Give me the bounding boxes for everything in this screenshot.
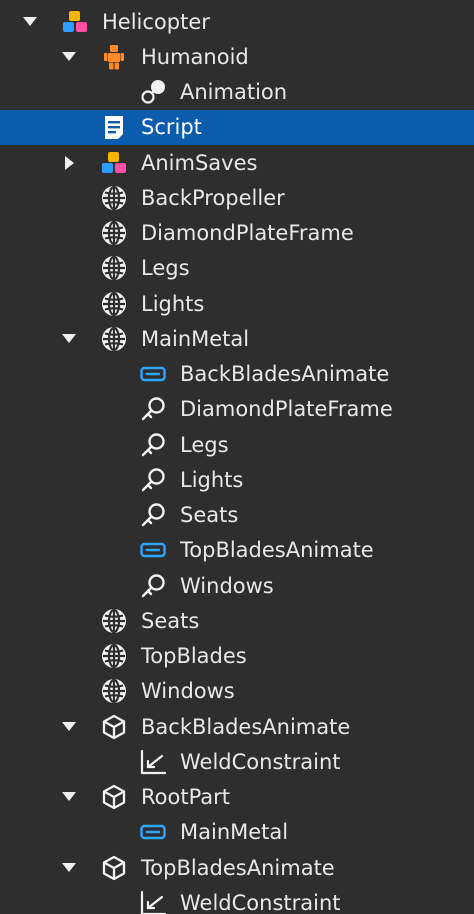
tree-row[interactable]: Lights xyxy=(0,462,474,497)
tree-row[interactable]: Windows xyxy=(0,674,474,709)
tree-row[interactable]: DiamondPlateFrame xyxy=(0,216,474,251)
script-icon xyxy=(100,113,128,141)
weld-constraint-icon xyxy=(139,889,167,914)
tree-item-label: Lights xyxy=(141,291,205,316)
tree-item-label: TopBladesAnimate xyxy=(141,855,335,880)
tree-row[interactable]: MainMetal xyxy=(0,815,474,850)
tree-row[interactable]: Animation xyxy=(0,75,474,110)
part-icon xyxy=(100,783,128,811)
motor6d-icon xyxy=(139,360,167,388)
tree-row[interactable]: TopBladesAnimate xyxy=(0,533,474,568)
humanoid-icon xyxy=(100,43,128,71)
model-icon xyxy=(61,8,89,36)
tree-item-label: Seats xyxy=(180,503,239,527)
tree-row[interactable]: Lights xyxy=(0,286,474,321)
tree-item-label: Windows xyxy=(141,679,235,704)
tree-item-label: MainMetal xyxy=(141,326,250,351)
tree-row[interactable]: Legs xyxy=(0,251,474,286)
animation-icon xyxy=(139,78,167,106)
union-icon xyxy=(100,184,128,212)
tree-row[interactable]: BackBladesAnimate xyxy=(0,709,474,744)
expand-arrow-down-icon[interactable] xyxy=(59,717,79,737)
tree-item-label: BackBladesAnimate xyxy=(180,362,390,386)
union-icon xyxy=(100,325,128,353)
weld-constraint-icon xyxy=(139,748,167,776)
tree-item-label: AnimSaves xyxy=(141,150,258,175)
tree-row[interactable]: AnimSaves xyxy=(0,145,474,180)
expand-arrow-down-icon[interactable] xyxy=(59,787,79,807)
tree-item-label: BackPropeller xyxy=(141,185,285,210)
part-icon xyxy=(100,713,128,741)
tree-row[interactable]: Humanoid xyxy=(0,39,474,74)
union-icon xyxy=(100,677,128,705)
weld-icon xyxy=(139,431,167,459)
weld-icon xyxy=(139,501,167,529)
tree-row[interactable]: RootPart xyxy=(0,780,474,815)
tree-item-label: Script xyxy=(141,115,202,140)
tree-item-label: TopBlades xyxy=(141,644,247,668)
tree-item-label: WeldConstraint xyxy=(180,749,341,774)
tree-item-label: MainMetal xyxy=(180,820,289,845)
tree-item-label: DiamondPlateFrame xyxy=(180,397,393,422)
expand-arrow-down-icon[interactable] xyxy=(59,858,79,878)
tree-item-label: Lights xyxy=(180,467,244,492)
tree-item-label: Windows xyxy=(180,573,274,598)
tree-item-label: Seats xyxy=(141,608,200,633)
weld-icon xyxy=(139,395,167,423)
tree-item-label: WeldConstraint xyxy=(180,890,341,914)
part-icon xyxy=(100,854,128,882)
union-icon xyxy=(100,219,128,247)
union-icon xyxy=(100,254,128,282)
union-icon xyxy=(100,607,128,635)
tree-row[interactable]: Windows xyxy=(0,568,474,603)
tree-item-label: DiamondPlateFrame xyxy=(141,221,354,245)
expand-arrow-down-icon[interactable] xyxy=(59,47,79,67)
tree-row[interactable]: Seats xyxy=(0,498,474,533)
tree-row[interactable]: DiamondPlateFrame xyxy=(0,392,474,427)
tree-row-selected[interactable]: Script xyxy=(0,109,474,145)
tree-item-label: Legs xyxy=(180,432,229,457)
union-icon xyxy=(100,642,128,670)
tree-row[interactable]: WeldConstraint xyxy=(0,885,474,914)
explorer-tree: Helicopter Humanoid Animation Script Ani… xyxy=(0,0,474,914)
tree-item-label: BackBladesAnimate xyxy=(141,714,351,739)
tree-item-label: RootPart xyxy=(141,785,231,809)
tree-row[interactable]: WeldConstraint xyxy=(0,744,474,779)
union-icon xyxy=(100,290,128,318)
expand-arrow-right-icon[interactable] xyxy=(59,153,79,173)
tree-item-label: TopBladesAnimate xyxy=(180,538,374,563)
tree-row[interactable]: MainMetal xyxy=(0,321,474,356)
tree-row[interactable]: Legs xyxy=(0,427,474,462)
tree-row[interactable]: BackPropeller xyxy=(0,180,474,215)
motor6d-icon xyxy=(139,818,167,846)
tree-row[interactable]: Helicopter xyxy=(0,4,474,39)
weld-icon xyxy=(139,572,167,600)
tree-item-label: Humanoid xyxy=(141,44,249,69)
tree-row[interactable]: TopBladesAnimate xyxy=(0,850,474,885)
weld-icon xyxy=(139,466,167,494)
model-icon xyxy=(100,149,128,177)
tree-item-label: Animation xyxy=(180,80,288,104)
expand-arrow-down-icon[interactable] xyxy=(20,12,40,32)
expand-arrow-down-icon[interactable] xyxy=(59,329,79,349)
tree-row[interactable]: TopBlades xyxy=(0,639,474,674)
motor6d-icon xyxy=(139,536,167,564)
tree-row[interactable]: BackBladesAnimate xyxy=(0,357,474,392)
tree-item-label: Legs xyxy=(141,256,190,281)
tree-row[interactable]: Seats xyxy=(0,603,474,638)
tree-item-label: Helicopter xyxy=(102,9,210,34)
